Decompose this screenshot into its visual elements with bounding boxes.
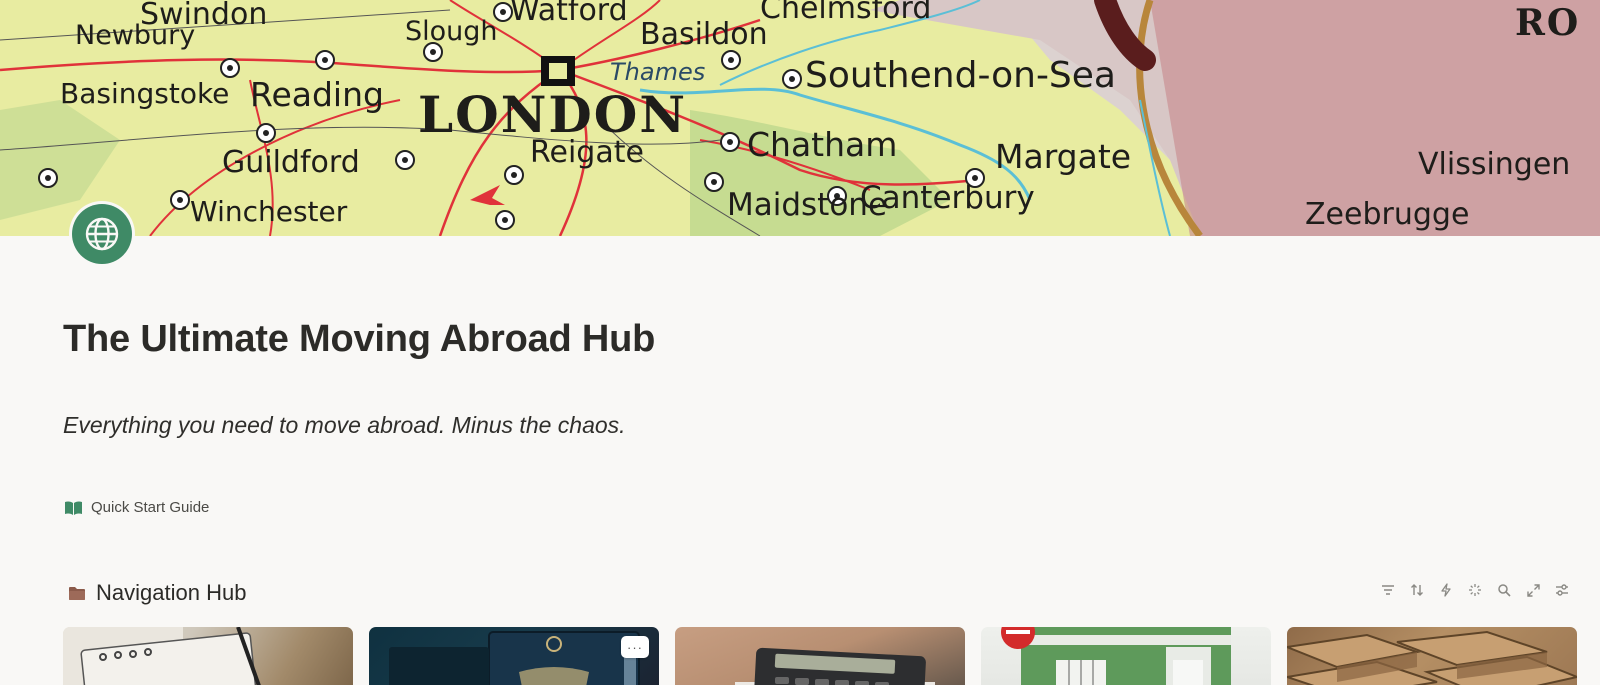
- map-label: Guildford: [222, 145, 360, 180]
- automation-button[interactable]: [1438, 582, 1454, 598]
- gallery-card-passport[interactable]: ···: [369, 627, 659, 685]
- search-button[interactable]: [1496, 582, 1512, 598]
- globe-icon: [85, 217, 119, 251]
- filter-icon: [1382, 585, 1394, 595]
- map-label: Chelmsford: [760, 0, 932, 26]
- map-label: Southend-on-Sea: [805, 55, 1116, 96]
- map-label: RO: [1515, 2, 1581, 44]
- map-label-london: LONDON: [418, 85, 688, 144]
- search-icon: [1498, 584, 1511, 597]
- map-label: Basingstoke: [60, 77, 230, 110]
- lightning-icon: [1441, 583, 1451, 597]
- map-label: Reading: [250, 75, 384, 114]
- map-label: Slough: [405, 16, 498, 47]
- navigation-gallery: ···: [63, 627, 1577, 685]
- card-more-button[interactable]: ···: [621, 636, 649, 658]
- map-label: Reigate: [530, 135, 644, 170]
- page-icon[interactable]: [72, 204, 132, 264]
- expand-icon: [1526, 583, 1540, 597]
- sparkle-icon: [1469, 584, 1481, 596]
- gallery-card-budget[interactable]: [675, 627, 965, 685]
- settings-icon: [1556, 584, 1568, 596]
- map-label: Margate: [995, 137, 1132, 176]
- gallery-card-housing[interactable]: [981, 627, 1271, 685]
- quick-start-label: Quick Start Guide: [91, 499, 210, 516]
- navigation-hub-header: Navigation Hub: [68, 580, 246, 606]
- map-label: Vlissingen: [1418, 147, 1571, 182]
- gallery-card-packing[interactable]: [1287, 627, 1577, 685]
- database-toolbar: [1380, 582, 1570, 598]
- gallery-card-planner[interactable]: [63, 627, 353, 685]
- planner-image: [63, 627, 261, 685]
- map-label-river: Thames: [610, 58, 706, 86]
- map-label: Basildon: [640, 17, 768, 52]
- navigation-hub-title[interactable]: Navigation Hub: [96, 580, 246, 606]
- map-label: Newbury: [75, 20, 196, 51]
- sort-button[interactable]: [1409, 582, 1425, 598]
- cover-image: Swindon Watford Chelmsford Newbury Sloug…: [0, 0, 1600, 236]
- house-image: [1001, 627, 1231, 685]
- more-icon: ···: [627, 639, 643, 655]
- folder-icon: [69, 586, 85, 600]
- ai-button[interactable]: [1467, 582, 1483, 598]
- settings-button[interactable]: [1554, 582, 1570, 598]
- passport-image: [389, 631, 640, 685]
- quick-start-link[interactable]: Quick Start Guide: [64, 499, 209, 516]
- sort-icon: [1411, 584, 1423, 596]
- map-label: Zeebrugge: [1305, 197, 1470, 232]
- page-subtitle: Everything you need to move abroad. Minu…: [63, 412, 626, 438]
- map-label: Canterbury: [860, 180, 1035, 216]
- expand-button[interactable]: [1525, 582, 1541, 598]
- map-label: Winchester: [190, 195, 348, 228]
- filter-button[interactable]: [1380, 582, 1396, 598]
- map-label: Chatham: [747, 125, 898, 164]
- open-book-icon: [65, 500, 82, 515]
- map-label: Watford: [510, 0, 628, 28]
- page-title: The Ultimate Moving Abroad Hub: [63, 318, 656, 360]
- calculator-image: [735, 647, 935, 685]
- boxes-image: [1287, 630, 1577, 685]
